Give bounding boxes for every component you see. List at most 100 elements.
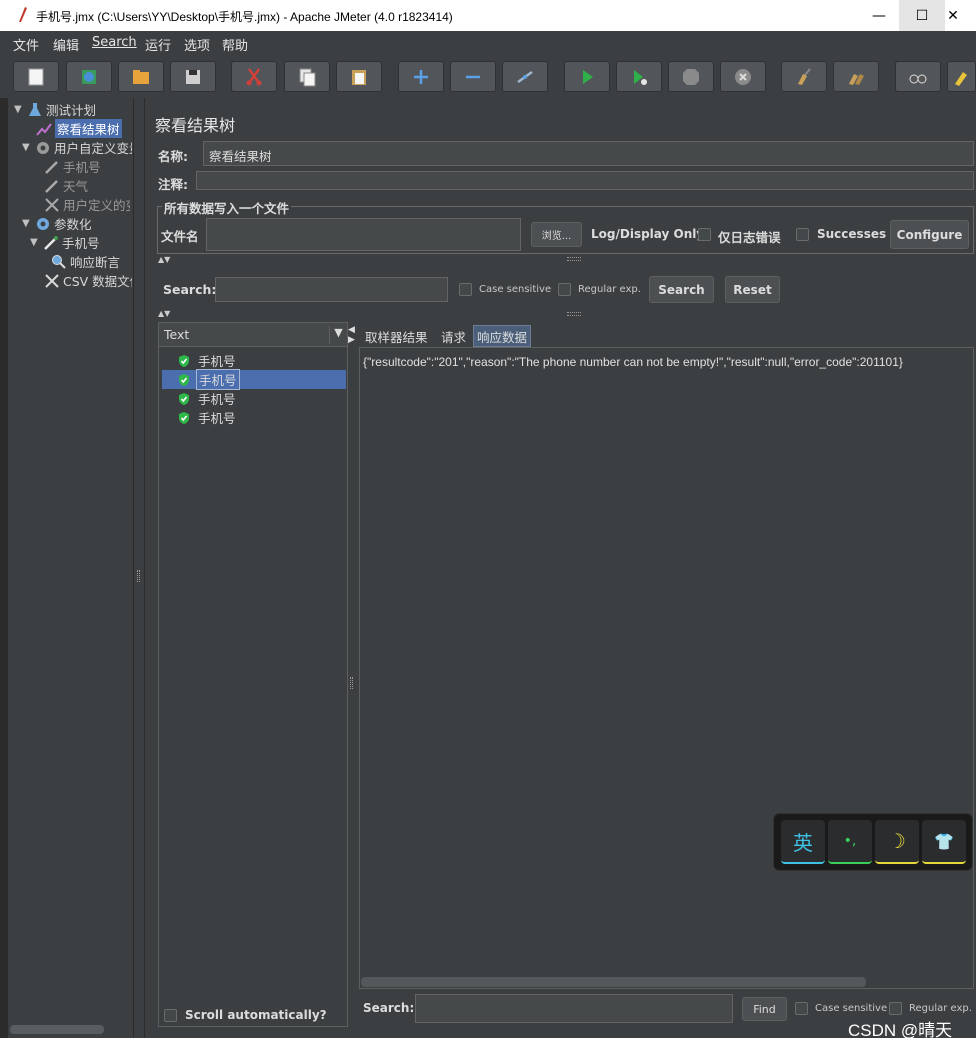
close-button[interactable]: ✕ [930,0,976,31]
menu-file[interactable]: 文件 [13,35,39,54]
result-row[interactable]: 手机号 [162,351,346,370]
expand-arrow-icon[interactable]: ▼ [14,104,24,115]
tree-item-view-results-tree[interactable]: 察看结果树 [36,119,122,138]
templates-button[interactable] [66,61,112,92]
tree-item-user-defined-vars[interactable]: 用户定义的变量 [44,195,130,214]
toggle-button[interactable] [502,61,548,92]
menu-edit[interactable]: 编辑 [53,35,79,54]
successes-checkbox[interactable] [796,228,809,241]
collapse-button[interactable] [450,61,496,92]
toggle-icon [517,70,533,83]
panel-title: 察看结果树 [155,116,236,135]
start-no-pause-button[interactable] [616,61,662,92]
stop-button[interactable] [668,61,714,92]
tree-item-label: 响应断言 [70,255,121,270]
expand-arrow-icon[interactable]: ▼ [30,237,40,248]
splitter-grip[interactable] [350,677,353,689]
search-submit-button[interactable]: Search [649,276,714,303]
name-label: 名称: [158,149,188,164]
search-label: Search: [163,282,217,297]
comment-field[interactable] [196,171,974,190]
cut-button[interactable] [231,61,277,92]
ime-toolbar[interactable]: 英 •, ☽ 👕 [773,813,973,871]
splitter-arrows-icon[interactable]: ◀ ▶ [348,325,355,345]
renderer-select[interactable]: Text ▼ [159,323,347,347]
results-splitter[interactable]: ◀ ▶ [348,322,356,1027]
reset-button[interactable]: Reset [725,276,780,303]
tree-item-weather[interactable]: 天气 [44,176,88,195]
tree-item-user-vars[interactable]: ▼ 用户自定义变量 [22,138,132,157]
tab-response-data[interactable]: 响应数据 [473,325,532,347]
ime-punct-button[interactable]: •, [828,820,872,864]
expand-arrow-icon[interactable]: ▼ [22,142,32,153]
tree-item-phone-sampler[interactable]: ▼ 手机号 [30,233,100,252]
clear-all-button[interactable] [833,61,879,92]
filename-field[interactable] [206,218,521,251]
tab-sampler-result[interactable]: 取样器结果 [362,325,431,347]
split-pane-divider[interactable] [134,98,144,1038]
tree-item-response-assertion[interactable]: 响应断言 [51,252,120,271]
case-sensitive-checkbox[interactable] [459,283,472,296]
response-text: {"resultcode":"201","reason":"The phone … [363,355,903,369]
pipette-icon [45,179,58,193]
file-section-title: 所有数据写入一个文件 [162,198,292,217]
response-horizontal-scrollbar[interactable] [361,977,866,987]
success-shield-icon [179,392,189,405]
menu-run[interactable]: 运行 [145,35,171,54]
reset-search-button[interactable] [947,61,976,92]
regex-checkbox[interactable] [558,283,571,296]
menu-search[interactable]: Search [92,35,137,50]
paste-button[interactable] [336,61,382,92]
search-button[interactable] [895,61,941,92]
collapse-icon [466,75,480,78]
save-button[interactable] [170,61,216,92]
tree-item-parameterize[interactable]: ▼ 参数化 [22,214,92,233]
bottom-search-input[interactable] [415,994,733,1023]
tree-item-csv-data[interactable]: CSV 数据文件设置 [44,271,132,290]
bottom-case-sensitive-checkbox[interactable] [795,1002,808,1015]
expand-arrow-icon[interactable]: ▼ [22,218,32,229]
search-input[interactable] [215,277,448,302]
find-button[interactable]: Find [742,997,787,1021]
result-row[interactable]: 手机号 [162,408,346,427]
bottom-regex-checkbox[interactable] [889,1002,902,1015]
start-button[interactable] [564,61,610,92]
tab-request[interactable]: 请求 [438,325,469,347]
shutdown-button[interactable] [720,61,766,92]
divider-grip[interactable] [567,257,581,261]
bottom-regex-label: Regular exp. [909,1003,972,1014]
collapse-arrows-icon[interactable]: ▲▼ [158,255,170,264]
scroll-auto-checkbox[interactable] [164,1009,177,1022]
divider-grip[interactable] [567,312,581,316]
tree-item-label: CSV 数据文件设置 [63,274,132,289]
menu-help[interactable]: 帮助 [222,35,248,54]
new-button[interactable] [13,61,59,92]
result-row[interactable]: 手机号 [162,369,346,390]
left-edge [0,98,8,1038]
tree-horizontal-scrollbar[interactable] [10,1025,104,1034]
moon-icon[interactable]: ☽ [875,820,919,864]
errors-only-checkbox[interactable] [698,228,711,241]
open-button[interactable] [118,61,164,92]
copy-button[interactable] [284,61,330,92]
ime-language-button[interactable]: 英 [781,820,825,864]
clear-button[interactable] [781,61,827,92]
skin-icon[interactable]: 👕 [922,820,966,864]
expand-button[interactable] [398,61,444,92]
collapse-arrows-icon[interactable]: ▲▼ [158,309,170,318]
tree-item-phone[interactable]: 手机号 [44,157,101,176]
minimize-button[interactable]: — [856,0,902,31]
bottom-edge [0,1038,976,1047]
response-data-area[interactable]: {"resultcode":"201","reason":"The phone … [359,347,974,989]
menu-options[interactable]: 选项 [184,35,210,54]
result-label: 手机号 [196,369,240,390]
configure-button[interactable]: Configure [890,220,969,249]
splitter-grip[interactable] [137,570,140,582]
browse-button[interactable]: 浏览... [531,222,582,247]
wrench-icon [45,197,59,212]
tree-item-test-plan[interactable]: ▼ 测试计划 [14,100,96,119]
chevron-down-icon[interactable]: ▼ [329,326,347,344]
bottom-case-sensitive-label: Case sensitive [815,1003,888,1014]
name-field[interactable]: 察看结果树 [203,141,974,166]
result-row[interactable]: 手机号 [162,389,346,408]
